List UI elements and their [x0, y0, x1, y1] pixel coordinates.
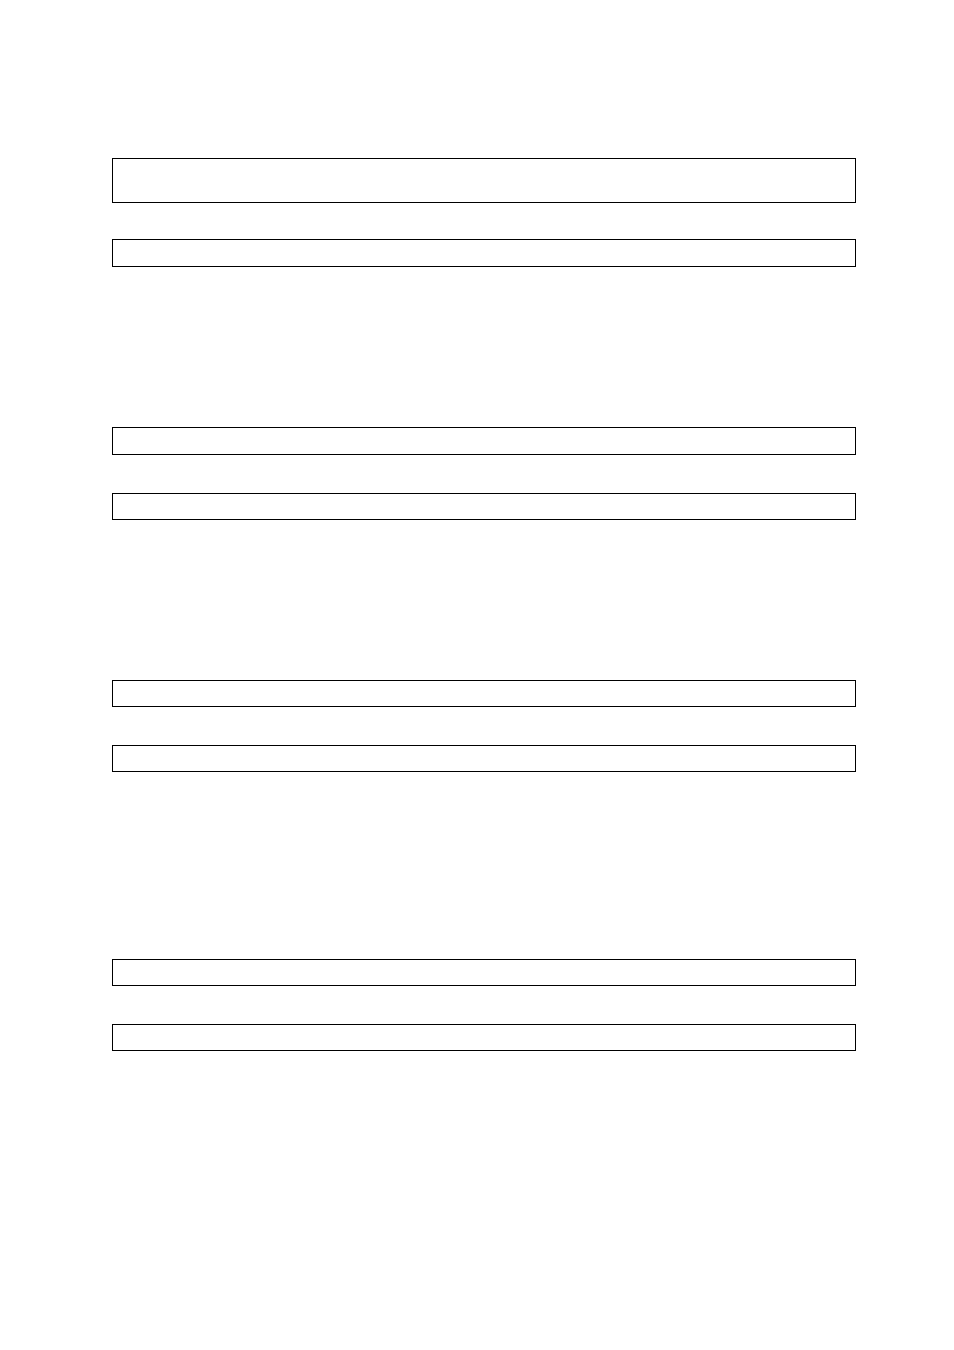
- form-box-7: [112, 959, 856, 986]
- form-box-2: [112, 239, 856, 267]
- form-box-8: [112, 1024, 856, 1051]
- form-box-6: [112, 745, 856, 772]
- form-box-3: [112, 427, 856, 455]
- form-box-4: [112, 493, 856, 520]
- form-box-1: [112, 158, 856, 203]
- form-box-5: [112, 680, 856, 707]
